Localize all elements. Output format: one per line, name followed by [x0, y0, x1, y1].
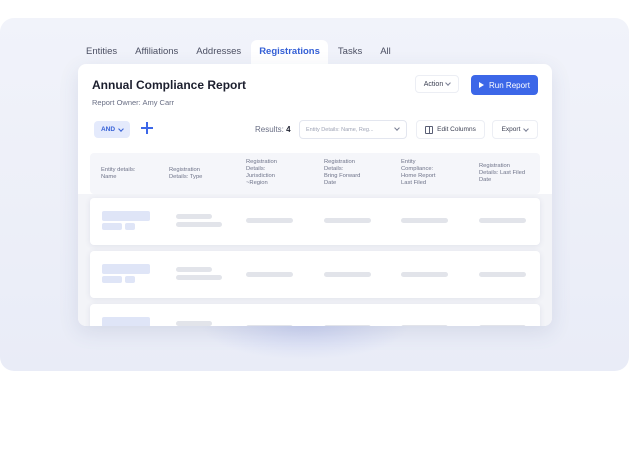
table-row[interactable]: [90, 304, 540, 326]
export-dropdown[interactable]: Export: [492, 120, 538, 139]
skeleton-cell: [176, 267, 212, 272]
tab-bar: Entities Affiliations Addresses Registra…: [78, 40, 401, 64]
run-report-label: Run Report: [489, 80, 530, 90]
filter-placeholder: Entity Details: Name, Reg...: [306, 126, 374, 133]
play-icon: [479, 82, 485, 88]
skeleton-cell: [125, 276, 135, 283]
skeleton-cell: [102, 211, 150, 221]
skeleton-cell: [102, 317, 150, 326]
results-number: 4: [286, 125, 291, 134]
and-operator-dropdown[interactable]: AND: [94, 121, 130, 138]
column-header-home-report-last-filed[interactable]: Entity Compliance: Home Report Last File…: [401, 159, 435, 187]
skeleton-cell: [176, 321, 212, 326]
tab-tasks[interactable]: Tasks: [330, 40, 370, 64]
skeleton-cell: [246, 272, 293, 277]
table-row[interactable]: [90, 198, 540, 245]
column-header-entity-name[interactable]: Entity details: Name: [101, 167, 135, 181]
skeleton-cell: [401, 325, 448, 326]
skeleton-cell: [324, 218, 371, 223]
report-title: Annual Compliance Report: [92, 78, 247, 92]
results-label: Results:: [255, 125, 284, 134]
skeleton-cell: [324, 272, 371, 277]
column-header-bring-forward-date[interactable]: Registration Details: Bring Forward Date: [324, 159, 360, 187]
columns-icon: [425, 125, 434, 134]
tab-entities[interactable]: Entities: [78, 40, 125, 64]
skeleton-cell: [102, 223, 122, 230]
tab-addresses[interactable]: Addresses: [188, 40, 249, 64]
table-header: Entity details: Name Registration Detail…: [90, 153, 540, 194]
table-row[interactable]: [90, 251, 540, 298]
skeleton-cell: [246, 218, 293, 223]
skeleton-cell: [479, 325, 526, 326]
skeleton-cell: [479, 272, 526, 277]
column-header-registration-type[interactable]: Registration Details: Type: [169, 167, 202, 181]
tab-all[interactable]: All: [372, 40, 399, 64]
column-header-jurisdiction-region[interactable]: Registration Details: Jurisdiction ~Regi…: [246, 159, 277, 187]
skeleton-cell: [401, 272, 448, 277]
edit-columns-label: Edit Columns: [437, 126, 476, 133]
column-header-last-filed-date[interactable]: Registration Details: Last Filed Date: [479, 163, 525, 184]
chevron-down-icon: [445, 80, 452, 86]
plus-icon[interactable]: [141, 122, 153, 134]
action-dropdown[interactable]: Action: [415, 75, 459, 93]
skeleton-cell: [246, 325, 293, 326]
export-label: Export: [501, 126, 521, 133]
results-count: Results: 4: [255, 125, 291, 134]
skeleton-cell: [176, 222, 222, 227]
action-label: Action: [423, 80, 444, 88]
skeleton-cell: [102, 264, 150, 274]
tab-affiliations[interactable]: Affiliations: [127, 40, 186, 64]
edit-columns-button[interactable]: Edit Columns: [416, 120, 485, 139]
report-card: Annual Compliance Report Report Owner: A…: [78, 64, 552, 326]
skeleton-cell: [176, 275, 222, 280]
chevron-down-icon: [118, 125, 124, 132]
chevron-down-icon: [523, 125, 530, 132]
tab-registrations[interactable]: Registrations: [251, 40, 328, 64]
skeleton-cell: [125, 223, 135, 230]
skeleton-cell: [479, 218, 526, 223]
skeleton-cell: [324, 325, 371, 326]
skeleton-cell: [401, 218, 448, 223]
skeleton-cell: [102, 276, 122, 283]
run-report-button[interactable]: Run Report: [471, 75, 538, 95]
report-owner: Report Owner: Amy Carr: [92, 98, 175, 107]
chevron-down-icon: [394, 125, 400, 131]
skeleton-cell: [176, 214, 212, 219]
filter-select[interactable]: Entity Details: Name, Reg...: [299, 120, 407, 139]
and-label: AND: [100, 126, 116, 133]
